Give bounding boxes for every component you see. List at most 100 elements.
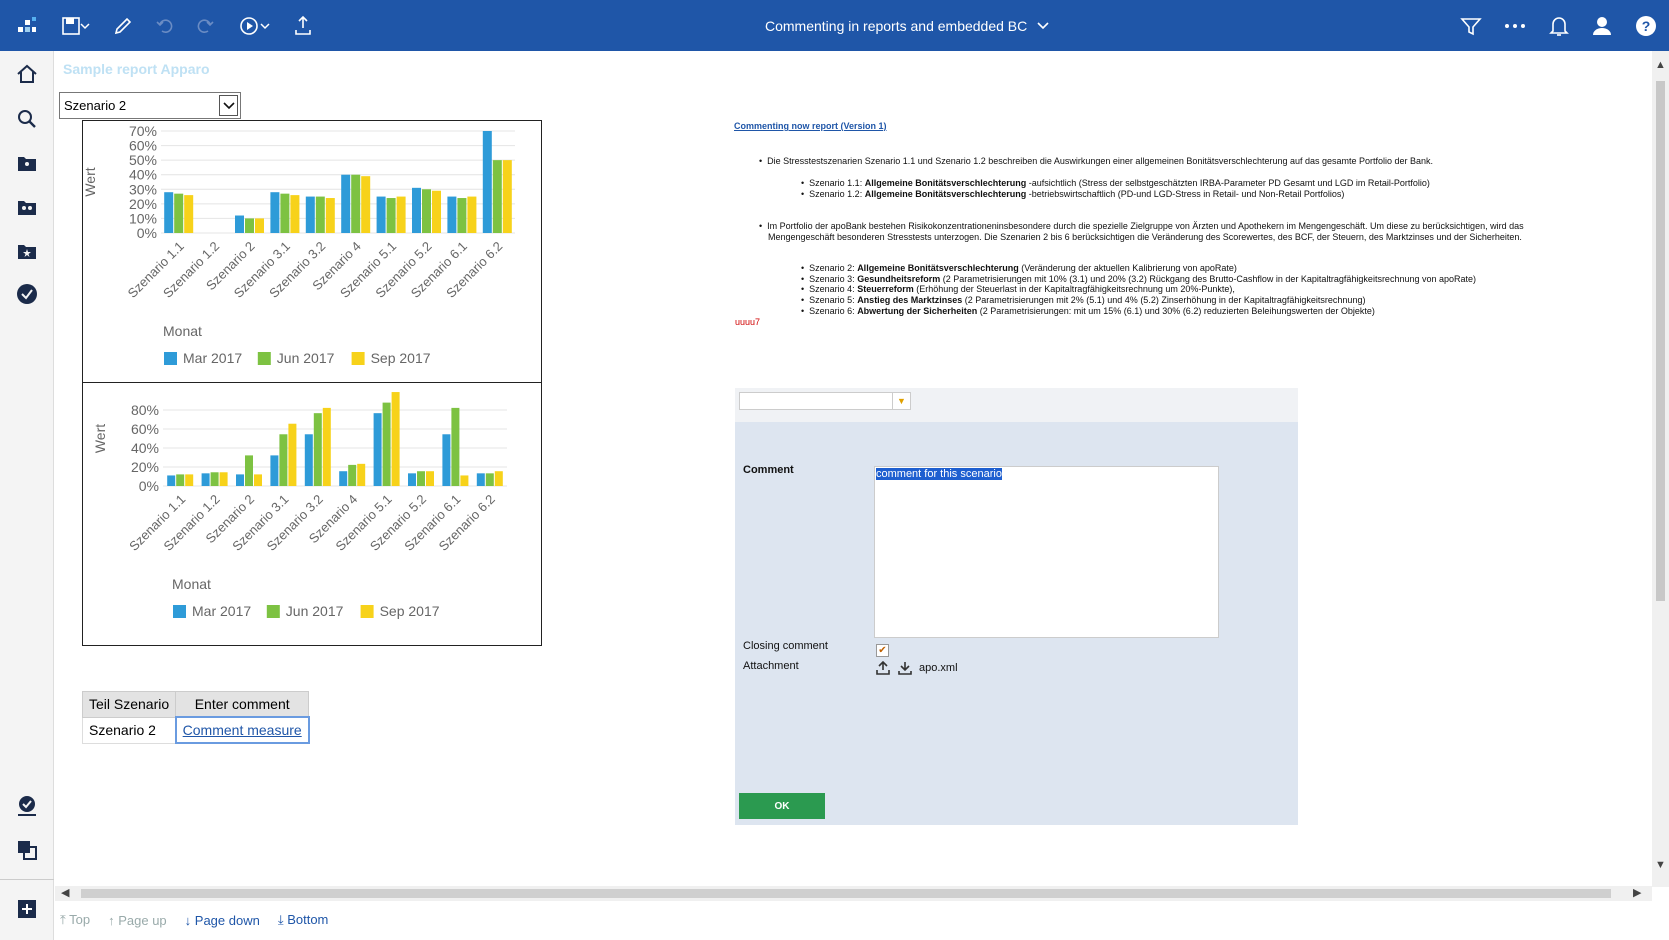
page-down-link[interactable]: ↓ Page down xyxy=(185,913,260,928)
chart-bar xyxy=(376,196,386,233)
chevron-down-icon[interactable] xyxy=(258,13,272,39)
legend-label: Mar 2017 xyxy=(192,603,251,619)
scenario-select[interactable]: Szenario 2 xyxy=(59,92,241,119)
comment-textarea[interactable]: comment for this scenario xyxy=(874,466,1219,638)
chevron-down-icon[interactable] xyxy=(219,95,238,116)
switch-view-icon[interactable] xyxy=(14,837,40,863)
vertical-scrollbar[interactable]: ▲ ▼ xyxy=(1652,51,1669,887)
legend-label: Sep 2017 xyxy=(371,350,431,366)
chart-bar xyxy=(339,471,348,486)
bullet-2-line-1: Im Portfolio der apoBank bestehen Risiko… xyxy=(767,221,1524,231)
bottom-link[interactable]: ⤓ Bottom xyxy=(278,912,329,928)
y-axis-label: Wert xyxy=(92,424,108,453)
chart-bar xyxy=(482,131,492,233)
scroll-left-icon[interactable]: ◀ xyxy=(61,886,69,899)
sub-bullet: • Szenario 6: Abwertung der Sicherheiten… xyxy=(801,306,1375,316)
new-icon[interactable] xyxy=(14,896,40,922)
ok-button[interactable]: OK xyxy=(739,793,825,819)
chart-bar xyxy=(201,473,210,486)
legend-swatch xyxy=(164,352,177,365)
legend-swatch xyxy=(173,605,186,618)
sub-bullet-pre: Szenario 3: xyxy=(809,274,858,284)
y-tick-label: 20% xyxy=(131,459,159,475)
legend-swatch xyxy=(266,605,280,618)
top-link[interactable]: ⤒ Top xyxy=(60,912,90,928)
app-title: Commenting in reports and embedded BC xyxy=(765,17,1028,34)
sub-bullet-post: (2 Parametrisierungen mit 10% (3.1) und … xyxy=(940,274,1477,284)
bullet-text: • Die Stresstestszenarien Szenario 1.1 u… xyxy=(759,156,1434,166)
user-avatar-icon[interactable] xyxy=(1589,13,1615,39)
scenario-table: Teil Szenario Enter comment Szenario 2 C… xyxy=(81,691,310,744)
app-logo-icon[interactable] xyxy=(14,13,40,39)
chart-bar xyxy=(254,474,262,486)
chart-bar xyxy=(447,196,457,233)
chart-bar xyxy=(167,475,176,486)
search-icon[interactable] xyxy=(14,106,40,132)
share-icon[interactable] xyxy=(290,13,316,39)
scroll-up-icon[interactable]: ▲ xyxy=(1655,59,1666,71)
upload-icon[interactable] xyxy=(876,660,890,675)
sub-bullet: • Szenario 4: Steuerreform (Erhöhung der… xyxy=(801,284,1235,294)
undo-icon[interactable] xyxy=(152,13,178,39)
redo-icon[interactable] xyxy=(192,13,218,39)
recent-icon[interactable] xyxy=(14,281,40,307)
edit-pencil-icon[interactable] xyxy=(110,13,136,39)
manage-icon[interactable] xyxy=(14,793,40,819)
sub-bullet-bold: Abwertung der Sicherheiten xyxy=(857,306,978,316)
help-icon[interactable]: ? xyxy=(1633,13,1659,39)
vertical-scroll-thumb[interactable] xyxy=(1656,81,1665,601)
chart-bar xyxy=(432,190,441,233)
page-up-label: Page up xyxy=(118,912,167,928)
sub-bullet-pre: Szenario 2: xyxy=(809,263,858,273)
y-tick-label: 0% xyxy=(139,478,159,494)
legend-swatch xyxy=(360,605,374,618)
horizontal-scrollbar[interactable]: ◀ ▶ xyxy=(55,886,1652,901)
chart-bar xyxy=(279,434,288,486)
chart-2-container: 80% 60% 40% 20% 0% Wert Szenario 1.1 Szenario 1… xyxy=(82,382,542,646)
scenario-select-value: Szenario 2 xyxy=(64,98,127,113)
team-content-icon[interactable] xyxy=(14,194,40,220)
scroll-right-icon[interactable]: ▶ xyxy=(1633,886,1641,899)
chart-bar xyxy=(341,174,351,233)
page-up-link[interactable]: ↑ Page up xyxy=(108,913,167,928)
y-tick-label: 80% xyxy=(131,402,159,418)
legend-swatch xyxy=(351,352,365,365)
notification-bell-icon[interactable] xyxy=(1546,13,1572,39)
chart-bar xyxy=(255,218,264,233)
sub-bullet-bold: Gesundheitsreform xyxy=(857,274,941,284)
commenting-report-link[interactable]: Commenting now report (Version 1) xyxy=(734,121,887,131)
filter-icon[interactable] xyxy=(1458,13,1484,39)
download-icon[interactable] xyxy=(898,661,912,675)
attachment-filename[interactable]: apo.xml xyxy=(919,662,958,674)
sub-bullet: • Szenario 2: Allgemeine Bonitätsverschl… xyxy=(801,263,1237,273)
x-axis-label: Monat xyxy=(163,323,202,339)
panel-dropdown[interactable]: ▼ xyxy=(739,392,911,410)
chevron-down-icon[interactable]: ▼ xyxy=(892,393,910,409)
scroll-down-icon[interactable]: ▼ xyxy=(1655,859,1666,871)
table-header-row: Teil Szenario Enter comment xyxy=(81,691,310,718)
chart-bar xyxy=(408,473,416,486)
nav-divider xyxy=(0,879,54,880)
table-row: Szenario 2 Comment measure xyxy=(81,716,310,744)
horizontal-scroll-thumb[interactable] xyxy=(81,889,1611,898)
chart-bar xyxy=(184,195,194,233)
favorites-icon[interactable] xyxy=(14,238,40,264)
chart-bar xyxy=(174,193,184,233)
attachment-label: Attachment xyxy=(743,660,799,672)
my-content-icon[interactable] xyxy=(14,150,40,176)
comment-measure-link[interactable]: Comment measure xyxy=(174,716,310,744)
chart-bar xyxy=(467,196,477,233)
chart-bar xyxy=(185,474,194,486)
chart-bar xyxy=(357,463,366,486)
chart-bar xyxy=(325,198,335,233)
closing-comment-checkbox[interactable]: ✔ xyxy=(876,644,889,657)
chevron-down-icon[interactable] xyxy=(78,13,92,39)
chart-bar xyxy=(305,196,315,233)
page-navigation: ⤒ Top ↑ Page up ↓ Page down ⤓ Bottom xyxy=(55,905,328,935)
home-icon[interactable] xyxy=(14,61,40,87)
sub-bullet-pre: Szenario 6: xyxy=(809,306,858,316)
y-tick-label: 60% xyxy=(131,421,159,437)
more-icon[interactable] xyxy=(1502,13,1528,39)
report-title-menu[interactable]: Commenting in reports and embedded BC xyxy=(765,0,1049,51)
chart-bar xyxy=(460,475,469,486)
